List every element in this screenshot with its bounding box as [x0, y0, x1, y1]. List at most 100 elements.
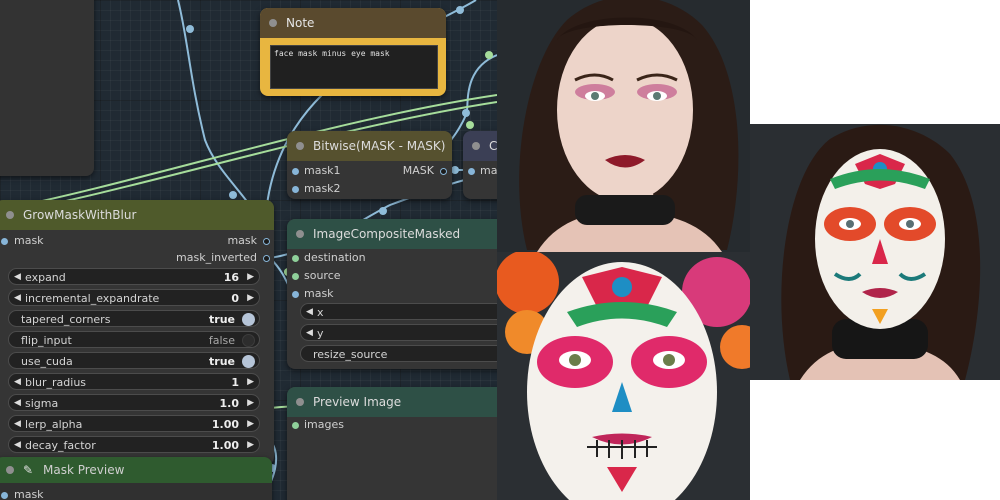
blur-radius-widget[interactable]: ◀ blur_radius 1 ▶	[8, 373, 260, 390]
input-port-dot[interactable]	[292, 291, 299, 298]
toggle-knob-icon[interactable]	[242, 334, 255, 347]
increment-arrow-icon[interactable]: ▶	[247, 395, 254, 412]
decrement-arrow-icon[interactable]: ◀	[306, 304, 313, 321]
clipped-input[interactable]: mas	[463, 163, 497, 179]
clipped-node-right[interactable]: C mas	[463, 131, 497, 199]
link-midpoint	[466, 121, 474, 129]
collapse-dot-icon[interactable]	[6, 466, 14, 474]
widget-value: 1.0	[219, 397, 240, 410]
resize-source-combo[interactable]: resize_source	[300, 345, 497, 362]
input-mask1[interactable]: mask1	[287, 163, 367, 179]
collapse-dot-icon[interactable]	[472, 142, 480, 150]
decay-factor-widget[interactable]: ◀ decay_factor 1.00 ▶	[8, 436, 260, 453]
sigma-widget[interactable]: ◀ sigma 1.0 ▶	[8, 394, 260, 411]
use-cuda-toggle[interactable]: use_cuda true	[8, 352, 260, 369]
output-port-dot[interactable]	[263, 255, 270, 262]
sugar-skull-closeup-photo	[497, 252, 750, 500]
decrement-arrow-icon[interactable]: ◀	[306, 325, 313, 342]
output-label: mask	[227, 234, 257, 247]
input-mask[interactable]: mask	[287, 286, 407, 302]
widget-label: lerp_alpha	[25, 418, 83, 431]
input-port-dot[interactable]	[292, 186, 299, 193]
link-midpoint	[462, 109, 470, 117]
clipped-node-top-left[interactable]	[0, 0, 94, 176]
collapse-dot-icon[interactable]	[269, 19, 277, 27]
expand-widget[interactable]: ◀ expand 16 ▶	[8, 268, 260, 285]
note-textarea[interactable]: face mask minus eye mask	[270, 45, 438, 89]
output-port-dot[interactable]	[263, 238, 270, 245]
node-graph-canvas[interactable]: Note face mask minus eye mask Bitwise(MA…	[0, 0, 497, 500]
preview-node-title[interactable]: Preview Image	[287, 387, 497, 417]
widget-value: 16	[223, 271, 239, 284]
input-port-dot[interactable]	[292, 273, 299, 280]
mask-preview-node-title[interactable]: ✎ Mask Preview	[0, 457, 272, 483]
input-label: mask	[304, 287, 334, 300]
portrait-photo	[497, 0, 750, 252]
output-label: MASK	[402, 164, 434, 177]
decrement-arrow-icon[interactable]: ◀	[14, 437, 21, 454]
decrement-arrow-icon[interactable]: ◀	[14, 395, 21, 412]
decrement-arrow-icon[interactable]: ◀	[14, 290, 21, 307]
incremental-expandrate-widget[interactable]: ◀ incremental_expandrate 0 ▶	[8, 289, 260, 306]
sugar-skull-portrait-photo	[750, 124, 1000, 380]
input-port-dot[interactable]	[292, 168, 299, 175]
mask-preview-node[interactable]: ✎ Mask Preview mask	[0, 457, 272, 500]
input-port-dot[interactable]	[1, 492, 8, 499]
output-mask-inverted[interactable]: mask_inverted	[154, 250, 274, 266]
lerp-alpha-widget[interactable]: ◀ lerp_alpha 1.00 ▶	[8, 415, 260, 432]
input-port-dot[interactable]	[1, 238, 8, 245]
input-mask[interactable]: mask	[0, 233, 95, 249]
increment-arrow-icon[interactable]: ▶	[247, 374, 254, 391]
widget-label: use_cuda	[21, 355, 73, 368]
decrement-arrow-icon[interactable]: ◀	[14, 416, 21, 433]
note-node-title[interactable]: Note	[260, 8, 446, 38]
output-mask[interactable]: MASK	[382, 163, 452, 179]
input-label: source	[304, 269, 341, 282]
grow-mask-with-blur-node[interactable]: GrowMaskWithBlur mask mask mask_inverted…	[0, 200, 274, 465]
link-midpoint	[485, 51, 493, 59]
decrement-arrow-icon[interactable]: ◀	[14, 269, 21, 286]
input-label: images	[304, 418, 344, 431]
preview-image-node[interactable]: Preview Image images	[287, 387, 497, 500]
widget-label: x	[317, 306, 324, 319]
collapse-dot-icon[interactable]	[6, 211, 14, 219]
toggle-knob-icon[interactable]	[242, 355, 255, 368]
input-port-dot[interactable]	[292, 255, 299, 262]
input-mask[interactable]: mask	[0, 487, 95, 500]
widget-label: sigma	[25, 397, 59, 410]
input-mask2[interactable]: mask2	[287, 181, 367, 197]
tapered-corners-toggle[interactable]: tapered_corners true	[8, 310, 260, 327]
collapse-dot-icon[interactable]	[296, 398, 304, 406]
clipped-node-title[interactable]: C	[463, 131, 497, 161]
note-node[interactable]: Note face mask minus eye mask	[260, 8, 446, 96]
toggle-knob-icon[interactable]	[242, 313, 255, 326]
widget-label: y	[317, 327, 324, 340]
input-destination[interactable]: destination	[287, 250, 407, 266]
input-label: mask	[14, 234, 44, 247]
input-images[interactable]: images	[287, 417, 407, 433]
increment-arrow-icon[interactable]: ▶	[247, 290, 254, 307]
composite-node-title[interactable]: ImageCompositeMasked	[287, 219, 497, 249]
widget-value: 0	[231, 292, 239, 305]
output-port-dot[interactable]	[440, 168, 447, 175]
x-widget[interactable]: ◀ x	[300, 303, 497, 320]
bitwise-node-title[interactable]: Bitwise(MASK - MASK)	[287, 131, 452, 161]
decrement-arrow-icon[interactable]: ◀	[14, 374, 21, 391]
input-source[interactable]: source	[287, 268, 407, 284]
input-port-dot[interactable]	[292, 422, 299, 429]
image-composite-masked-node[interactable]: ImageCompositeMasked destination source …	[287, 219, 497, 369]
clipped-title-text: C	[489, 139, 497, 153]
link-midpoint	[186, 25, 194, 33]
input-port-dot[interactable]	[468, 168, 475, 175]
increment-arrow-icon[interactable]: ▶	[247, 437, 254, 454]
y-widget[interactable]: ◀ y	[300, 324, 497, 341]
collapse-dot-icon[interactable]	[296, 142, 304, 150]
increment-arrow-icon[interactable]: ▶	[247, 416, 254, 433]
output-mask[interactable]: mask	[174, 233, 274, 249]
widget-label: blur_radius	[25, 376, 87, 389]
grow-node-title[interactable]: GrowMaskWithBlur	[0, 200, 274, 230]
bitwise-mask-node[interactable]: Bitwise(MASK - MASK) mask1 mask2 MASK	[287, 131, 452, 199]
flip-input-toggle[interactable]: flip_input false	[8, 331, 260, 348]
collapse-dot-icon[interactable]	[296, 230, 304, 238]
increment-arrow-icon[interactable]: ▶	[247, 269, 254, 286]
